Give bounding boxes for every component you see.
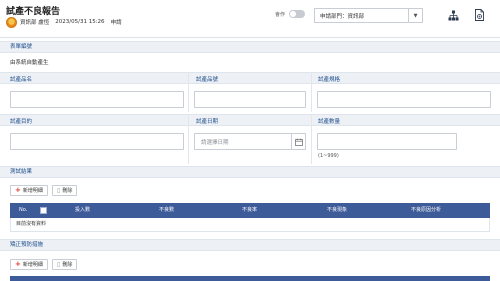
- col-no: No.: [19, 207, 28, 213]
- test-results-bar: 測試結果: [0, 166, 500, 178]
- col-defect-rate: 不良率: [242, 207, 258, 213]
- spec-input[interactable]: [317, 91, 491, 108]
- plus-icon: +: [15, 186, 21, 194]
- column-divider: [188, 114, 189, 164]
- corrective-title: 矯正預防措施: [10, 242, 44, 248]
- org-chart-icon[interactable]: [446, 8, 460, 22]
- purpose-label: 試產目的: [10, 119, 33, 125]
- qty-input[interactable]: [317, 133, 457, 150]
- delete-button-2[interactable]: ▯ 刪除: [52, 259, 78, 270]
- purpose-input[interactable]: [10, 133, 184, 150]
- trash-icon: ▯: [57, 260, 61, 268]
- chevron-down-icon[interactable]: ▼: [408, 9, 422, 22]
- col-input-qty: 投入數: [75, 207, 91, 213]
- plus-icon: +: [15, 260, 21, 268]
- fields-row2-bar: [0, 114, 500, 126]
- delete-button[interactable]: ▯ 刪除: [52, 185, 78, 196]
- product-name-input[interactable]: [10, 91, 184, 108]
- col-defect-qty: 不良數: [159, 207, 175, 213]
- delete-label-2: 刪除: [62, 262, 73, 268]
- date-placeholder: 請選擇日期: [201, 139, 229, 146]
- form-number-value: 由系統自動產生: [10, 60, 49, 66]
- fields-row1-bar: [0, 72, 500, 84]
- date-label: 試產日期: [196, 119, 219, 125]
- applicant-dept: 資訊部 盧恆: [20, 20, 50, 26]
- trash-icon: ▯: [57, 186, 61, 194]
- qty-hint: (1~999): [318, 153, 339, 159]
- form-number-label: 表單編號: [10, 44, 33, 50]
- calendar-icon[interactable]: [291, 134, 305, 149]
- document-icon[interactable]: [472, 8, 486, 22]
- test-results-title: 測試結果: [10, 169, 33, 175]
- product-no-input[interactable]: [194, 91, 306, 108]
- dept-select[interactable]: 申請部門：資訊部 ▼: [314, 8, 423, 23]
- spec-label: 試產規格: [318, 77, 341, 83]
- corrective-bar: 矯正預防措施: [0, 239, 500, 251]
- column-divider: [188, 72, 189, 112]
- qty-label: 試產數量: [318, 119, 341, 125]
- column-divider: [311, 72, 312, 112]
- avatar: [6, 16, 17, 28]
- column-divider: [311, 114, 312, 164]
- toggle-group: 會作: [275, 10, 306, 18]
- add-detail-button[interactable]: + 新增明細: [10, 185, 48, 196]
- toggle-label: 會作: [275, 11, 286, 18]
- date-input[interactable]: 請選擇日期: [194, 133, 306, 150]
- product-name-label: 試產品名: [10, 77, 33, 83]
- status-label: 申請: [110, 20, 122, 26]
- add-detail-label: 新增明細: [22, 188, 43, 194]
- dept-select-value: 申請部門：資訊部: [320, 13, 365, 20]
- form-number-bar: 表單編號: [0, 41, 500, 53]
- product-no-label: 試產品號: [196, 77, 219, 83]
- applicant-info: 資訊部 盧恆 2023/05/31 15:26 申請: [6, 15, 122, 29]
- add-detail-button-2[interactable]: + 新增明細: [10, 259, 48, 270]
- col-defect-symptom: 不良現象: [327, 207, 348, 213]
- select-all-checkbox[interactable]: [40, 207, 47, 214]
- test-results-table-header: No. 投入數 不良數 不良率 不良現象 不良原因分析: [10, 203, 490, 218]
- empty-text: 目前沒有資料: [16, 221, 47, 227]
- corrective-table-header: [10, 276, 490, 281]
- apply-date: 2023/05/31 15:26: [55, 19, 105, 25]
- col-defect-analysis: 不良原因分析: [411, 207, 442, 213]
- delete-label: 刪除: [62, 188, 73, 194]
- empty-row: 目前沒有資料: [10, 218, 490, 232]
- page-header: 試產不良報告 資訊部 盧恆 2023/05/31 15:26 申請 會作 申請部…: [0, 0, 500, 38]
- add-detail-label-2: 新增明細: [22, 262, 43, 268]
- toggle-switch[interactable]: [289, 10, 306, 18]
